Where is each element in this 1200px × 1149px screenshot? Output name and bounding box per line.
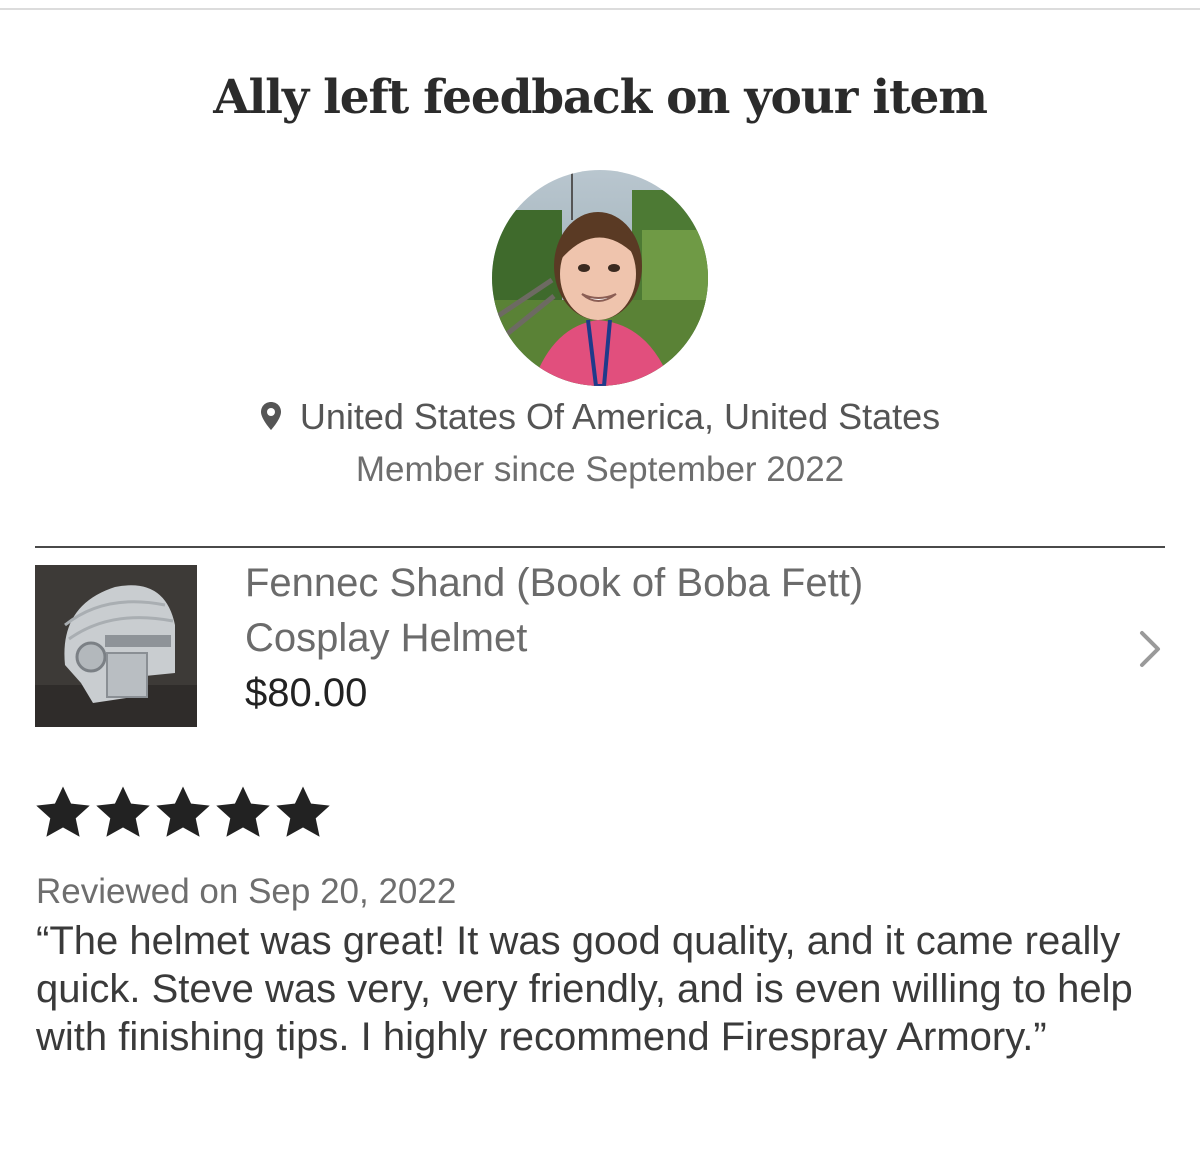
item-title[interactable]: Fennec Shand (Book of Boba Fett) Cosplay…	[245, 556, 1065, 666]
map-pin-icon	[260, 398, 282, 440]
page-title: Ally left feedback on your item	[213, 70, 988, 125]
item-price: $80.00	[245, 671, 368, 715]
top-divider	[0, 8, 1200, 10]
location-text: United States Of America, United States	[299, 396, 941, 437]
reviewer-location: United States Of America, United States	[0, 396, 1200, 440]
user-avatar-photo	[492, 170, 708, 386]
star-icon	[35, 785, 91, 846]
reviewer-avatar[interactable]	[492, 170, 708, 386]
item-listing-row[interactable]: Fennec Shand (Book of Boba Fett) Cosplay…	[35, 556, 1165, 736]
member-since: Member since September 2022	[355, 450, 845, 489]
star-icon	[275, 785, 331, 846]
star-icon	[155, 785, 211, 846]
star-icon	[215, 785, 271, 846]
star-rating	[35, 785, 335, 841]
star-icon	[95, 785, 151, 846]
item-title-line-1: Fennec Shand (Book of Boba Fett)	[245, 561, 864, 605]
section-divider	[35, 546, 1165, 548]
review-date: Reviewed on Sep 20, 2022	[36, 872, 457, 911]
item-title-line-2: Cosplay Helmet	[245, 616, 528, 660]
chevron-right-icon[interactable]	[1137, 629, 1163, 674]
item-thumbnail[interactable]	[35, 565, 197, 727]
helmet-product-photo	[35, 565, 197, 727]
review-text: “The helmet was great! It was good quali…	[36, 919, 1133, 1059]
